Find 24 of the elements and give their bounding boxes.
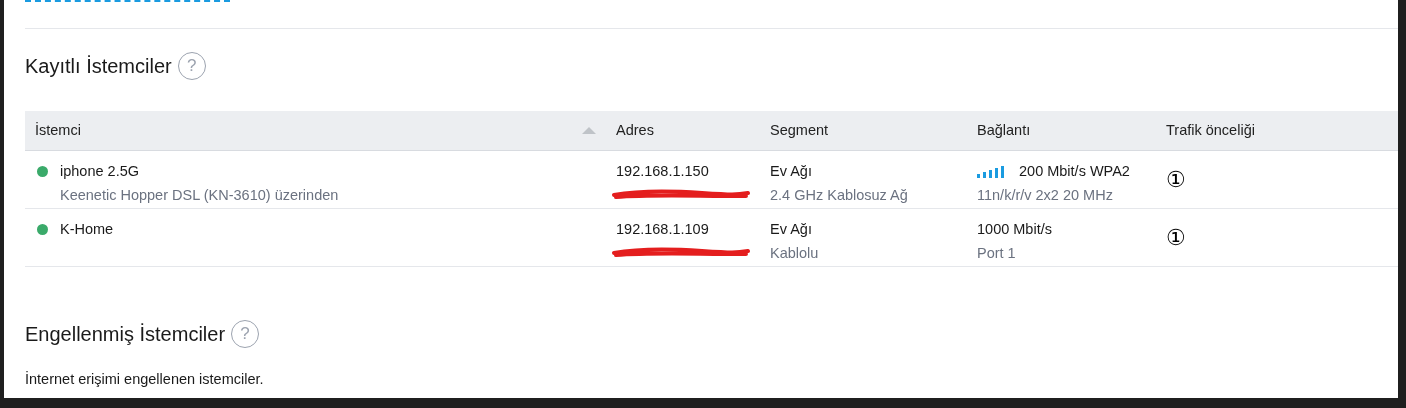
client-name[interactable]: iphone 2.5G (60, 161, 339, 183)
segment-name: Ev Ağı (770, 162, 813, 181)
section-description: İnternet erişimi engellenen istemciler. (25, 370, 265, 389)
section-title: Kayıtlı İstemciler (25, 54, 172, 79)
column-header[interactable]: Trafik önceliği (1166, 119, 1255, 142)
column-header[interactable]: Segment (770, 119, 829, 142)
link-detail: 11n/k/r/v 2x2 20 MHz (977, 185, 1114, 205)
priority-level[interactable]: ① (1166, 226, 1186, 249)
client-name[interactable]: K-Home (60, 219, 114, 241)
segment-type: 2.4 GHz Kablosuz Ağ (770, 185, 909, 205)
segment-type: Kablolu (770, 243, 820, 263)
sort-ascending-icon[interactable] (582, 127, 596, 134)
link-speed: 200 Mbit/s WPA2 (1019, 162, 1130, 181)
priority-level[interactable]: ① (1166, 168, 1186, 191)
column-header[interactable]: Adres (616, 119, 654, 142)
column-header[interactable]: Bağlantı (977, 119, 1031, 142)
column-header[interactable]: İstemci (35, 119, 81, 142)
client-detail: Keenetic Hopper DSL (KN-3610) üzerinden (60, 185, 339, 205)
ip-address: 192.168.1.150 (616, 162, 710, 181)
ip-address: 192.168.1.109 (616, 220, 710, 239)
link-detail: Port 1 (977, 243, 1017, 263)
section-title: Engellenmiş İstemciler (25, 322, 226, 347)
link-speed: 1000 Mbit/s (977, 220, 1052, 239)
segment-name: Ev Ağı (770, 220, 813, 239)
